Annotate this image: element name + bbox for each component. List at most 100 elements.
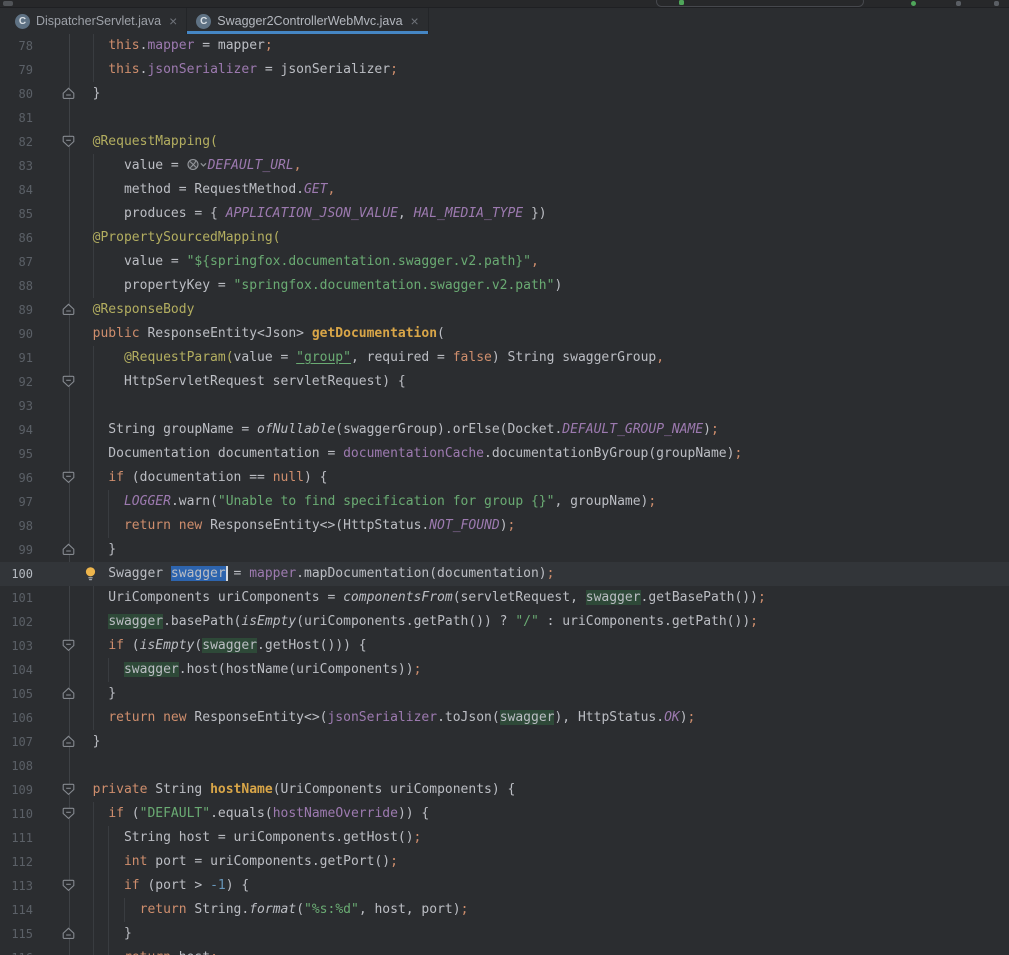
line-number[interactable]: 101 [0,586,33,610]
line-number[interactable]: 94 [0,418,33,442]
fold-start-icon[interactable] [62,639,75,652]
line-number[interactable]: 82 [0,130,33,154]
line-number[interactable]: 109 [0,778,33,802]
code-line[interactable]: 96 if (documentation == null) { [0,466,1009,490]
code-line[interactable]: 85 produces = { APPLICATION_JSON_VALUE, … [0,202,1009,226]
code-line[interactable]: 92 HttpServletRequest servletRequest) { [0,370,1009,394]
inlay-hint-icon[interactable] [187,156,208,180]
tab-swagger2controllerwebmvc-java[interactable]: C Swagger2ControllerWebMvc.java × [187,8,428,34]
line-number[interactable]: 85 [0,202,33,226]
fold-end-icon[interactable] [62,303,75,316]
line-number[interactable]: 79 [0,58,33,82]
code-line[interactable]: 107 } [0,730,1009,754]
code-editor[interactable]: 78 this.mapper = mapper;79 this.jsonSeri… [0,34,1009,955]
code-line[interactable]: 79 this.jsonSerializer = jsonSerializer; [0,58,1009,82]
code-line[interactable]: 115 } [0,922,1009,946]
line-number[interactable]: 114 [0,898,33,922]
code-line[interactable]: 84 method = RequestMethod.GET, [0,178,1009,202]
code-line[interactable]: 91 @RequestParam(value = "group", requir… [0,346,1009,370]
fold-start-icon[interactable] [62,375,75,388]
fold-end-icon[interactable] [62,927,75,940]
line-number[interactable]: 106 [0,706,33,730]
line-number[interactable]: 99 [0,538,33,562]
code-line[interactable]: 112 int port = uriComponents.getPort(); [0,850,1009,874]
code-line[interactable]: 86 @PropertySourcedMapping( [0,226,1009,250]
code-line[interactable]: 113 if (port > -1) { [0,874,1009,898]
tab-dispatcherservlet-java[interactable]: C DispatcherServlet.java × [6,8,187,34]
line-number[interactable]: 78 [0,34,33,58]
code-line[interactable]: 89 @ResponseBody [0,298,1009,322]
toolbar-icon[interactable] [956,1,961,6]
code-line[interactable]: 88 propertyKey = "springfox.documentatio… [0,274,1009,298]
search-everywhere-box[interactable] [656,0,864,7]
code-line[interactable]: 111 String host = uriComponents.getHost(… [0,826,1009,850]
line-number[interactable]: 95 [0,442,33,466]
code-line[interactable]: 87 value = "${springfox.documentation.sw… [0,250,1009,274]
line-number[interactable]: 84 [0,178,33,202]
close-tab-icon[interactable]: × [411,14,419,28]
line-number[interactable]: 98 [0,514,33,538]
line-number[interactable]: 105 [0,682,33,706]
line-number[interactable]: 107 [0,730,33,754]
code-line[interactable]: 80 } [0,82,1009,106]
code-line[interactable]: 104 swagger.host(hostName(uriComponents)… [0,658,1009,682]
line-number[interactable]: 112 [0,850,33,874]
code-line[interactable]: 116 return host; [0,946,1009,955]
line-number[interactable]: 83 [0,154,33,178]
toolbar-icon[interactable] [994,1,999,6]
code-line[interactable]: 109 private String hostName(UriComponent… [0,778,1009,802]
line-number[interactable]: 100 [0,562,33,586]
code-line[interactable]: 97 LOGGER.warn("Unable to find specifica… [0,490,1009,514]
line-number[interactable]: 111 [0,826,33,850]
code-line[interactable]: 78 this.mapper = mapper; [0,34,1009,58]
code-line[interactable]: 90 public ResponseEntity<Json> getDocume… [0,322,1009,346]
line-number[interactable]: 80 [0,82,33,106]
line-number[interactable]: 115 [0,922,33,946]
code-line[interactable]: 94 String groupName = ofNullable(swagger… [0,418,1009,442]
line-number[interactable]: 86 [0,226,33,250]
code-line[interactable]: 110 if ("DEFAULT".equals(hostNameOverrid… [0,802,1009,826]
line-number[interactable]: 91 [0,346,33,370]
fold-start-icon[interactable] [62,135,75,148]
code-line[interactable]: 102 swagger.basePath(isEmpty(uriComponen… [0,610,1009,634]
line-number[interactable]: 116 [0,946,33,955]
code-line[interactable]: 95 Documentation documentation = documen… [0,442,1009,466]
line-number[interactable]: 102 [0,610,33,634]
line-number[interactable]: 90 [0,322,33,346]
line-number[interactable]: 113 [0,874,33,898]
line-number[interactable]: 89 [0,298,33,322]
code-line[interactable]: 108 [0,754,1009,778]
line-number[interactable]: 108 [0,754,33,778]
fold-start-icon[interactable] [62,807,75,820]
line-number[interactable]: 110 [0,802,33,826]
fold-end-icon[interactable] [62,87,75,100]
code-line[interactable]: 81 [0,106,1009,130]
close-tab-icon[interactable]: × [169,14,177,28]
line-number[interactable]: 92 [0,370,33,394]
line-number[interactable]: 104 [0,658,33,682]
line-number[interactable]: 103 [0,634,33,658]
code-line[interactable]: 93 [0,394,1009,418]
line-number[interactable]: 93 [0,394,33,418]
fold-end-icon[interactable] [62,687,75,700]
code-line[interactable]: 82 @RequestMapping( [0,130,1009,154]
code-line[interactable]: 83 value = DEFAULT_URL, [0,154,1009,178]
fold-start-icon[interactable] [62,783,75,796]
code-line[interactable]: 106 return new ResponseEntity<>(jsonSeri… [0,706,1009,730]
fold-start-icon[interactable] [62,879,75,892]
fold-end-icon[interactable] [62,735,75,748]
code-line[interactable]: 99 } [0,538,1009,562]
line-number[interactable]: 81 [0,106,33,130]
code-line[interactable]: 98 return new ResponseEntity<>(HttpStatu… [0,514,1009,538]
line-number[interactable]: 88 [0,274,33,298]
line-number[interactable]: 96 [0,466,33,490]
code-line[interactable]: 114 return String.format("%s:%d", host, … [0,898,1009,922]
code-line[interactable]: 105 } [0,682,1009,706]
code-line[interactable]: 103 if (isEmpty(swagger.getHost())) { [0,634,1009,658]
code-line[interactable]: 100 Swagger swagger = mapper.mapDocument… [0,562,1009,586]
fold-end-icon[interactable] [62,543,75,556]
line-number[interactable]: 97 [0,490,33,514]
code-line[interactable]: 101 UriComponents uriComponents = compon… [0,586,1009,610]
line-number[interactable]: 87 [0,250,33,274]
fold-start-icon[interactable] [62,471,75,484]
